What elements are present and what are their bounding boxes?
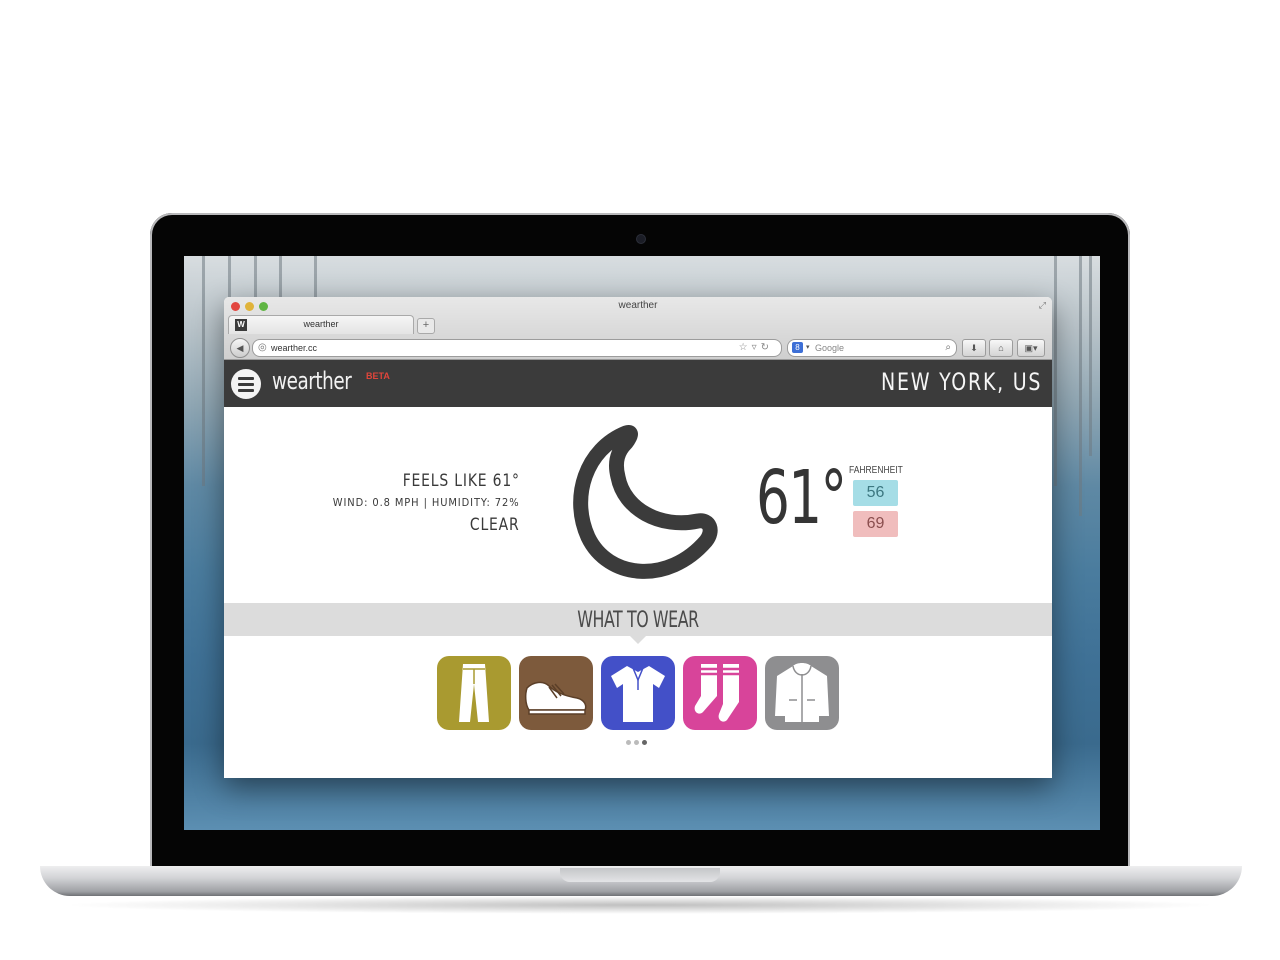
- laptop-notch: [560, 868, 720, 882]
- location-label[interactable]: NEW YORK, US: [881, 368, 1042, 396]
- camera-icon: [637, 235, 645, 243]
- hoodie-icon: [775, 663, 829, 722]
- dropdown-icon[interactable]: ▿: [752, 342, 761, 353]
- downloads-button[interactable]: ⬇: [962, 339, 986, 357]
- browser-tab[interactable]: W wearther: [228, 315, 414, 334]
- pants-item[interactable]: [437, 656, 511, 730]
- hamburger-menu-icon[interactable]: [231, 369, 261, 399]
- laptop-shadow: [60, 896, 1220, 914]
- socks-item[interactable]: [683, 656, 757, 730]
- browser-toolbar: wearther ⤢ W wearther + ◀ ◎ wearther.cc …: [224, 297, 1052, 360]
- tab-label: wearther: [303, 319, 339, 329]
- wallpaper-tree: [1089, 256, 1092, 456]
- bookmarks-icon: ▣▾: [1024, 343, 1038, 353]
- url-text: wearther.cc: [271, 343, 318, 353]
- brand-logo[interactable]: wearther: [272, 367, 352, 395]
- globe-icon: ◎: [258, 342, 267, 353]
- pointer-arrow-icon: [630, 636, 646, 644]
- back-button[interactable]: ◀: [230, 338, 250, 358]
- temperature: 61°: [756, 455, 847, 541]
- search-bar[interactable]: 8 ▾ Google ⌕: [787, 339, 957, 357]
- download-icon: ⬇: [970, 343, 978, 353]
- shoe-item[interactable]: [519, 656, 593, 730]
- hoodie-item[interactable]: [765, 656, 839, 730]
- home-button[interactable]: ⌂: [989, 339, 1013, 357]
- polo-shirt-item[interactable]: [601, 656, 675, 730]
- bookmarks-button[interactable]: ▣▾: [1017, 339, 1045, 357]
- condition-text: CLEAR: [470, 515, 520, 535]
- carousel-pagination: [626, 740, 650, 745]
- bookmark-star-icon[interactable]: ☆: [739, 342, 752, 353]
- wallpaper-tree: [1079, 256, 1082, 516]
- pagination-dot[interactable]: [634, 740, 639, 745]
- socks-icon: [694, 664, 739, 722]
- home-icon: ⌂: [998, 343, 1004, 353]
- what-to-wear-title: WHAT TO WEAR: [577, 608, 699, 633]
- wind-humidity-text: WIND: 0.8 MPH | HUMIDITY: 72%: [333, 496, 520, 509]
- pagination-dot[interactable]: [626, 740, 631, 745]
- moon-icon: [573, 425, 718, 579]
- shoe-icon: [524, 681, 587, 715]
- search-placeholder: Google: [815, 343, 845, 353]
- chevron-down-icon[interactable]: ▾: [806, 342, 810, 354]
- window-title: wearther: [618, 300, 658, 311]
- beta-badge: BETA: [366, 371, 390, 381]
- low-temperature: 56: [853, 480, 898, 506]
- what-to-wear-bar: WHAT TO WEAR: [224, 603, 1052, 636]
- unit-label[interactable]: FAHRENHEIT: [849, 465, 903, 476]
- high-temperature: 69: [853, 511, 898, 537]
- search-engine-icon[interactable]: 8: [792, 342, 803, 353]
- wallpaper-tree: [1054, 256, 1057, 486]
- wallpaper-tree: [202, 256, 205, 486]
- polo-shirt-icon: [611, 666, 665, 722]
- browser-window: wearther ⤢ W wearther + ◀ ◎ wearther.cc …: [224, 297, 1052, 778]
- pants-icon: [459, 664, 489, 722]
- reload-icon[interactable]: ↻: [761, 342, 773, 353]
- fullscreen-icon[interactable]: ⤢: [1039, 300, 1046, 311]
- address-bar[interactable]: ◎ wearther.cc ☆▿↻: [252, 339, 782, 357]
- pagination-dot-active[interactable]: [642, 740, 647, 745]
- search-icon[interactable]: ⌕: [945, 341, 951, 354]
- site-header: wearther BETA NEW YORK, US: [224, 360, 1052, 407]
- feels-like-text: FEELS LIKE 61°: [402, 471, 520, 491]
- back-arrow-icon: ◀: [236, 343, 244, 353]
- new-tab-button[interactable]: +: [417, 318, 435, 334]
